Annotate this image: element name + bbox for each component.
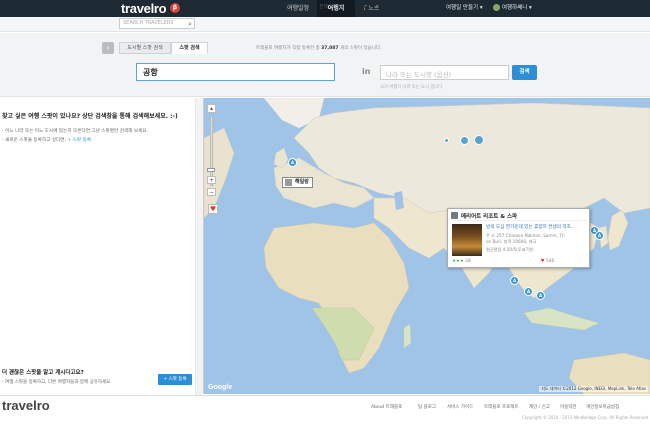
google-logo[interactable]: Google — [208, 384, 232, 391]
city-input[interactable]: 나라 또는 도시명 (옵션) — [380, 65, 509, 80]
footer-link-about[interactable]: About 트래블로 — [371, 404, 402, 410]
create-itinerary-menu[interactable]: 여행일 만들기 ▾ — [446, 0, 483, 17]
subnav-all-spots[interactable]: 전체 스팟 — [356, 0, 376, 15]
map-marker[interactable]: A — [510, 276, 519, 285]
cluster-marker[interactable] — [474, 135, 484, 145]
add-spot-button[interactable]: + 스팟 등록 — [158, 374, 192, 385]
spot-label-callout[interactable]: 해일랑 — [282, 177, 313, 188]
address-line-1: 주 소 257 Charoen Nakhon, Samre, Th — [486, 233, 565, 238]
search-icon[interactable]: ⌕ — [188, 20, 192, 28]
hotel-icon — [451, 212, 458, 219]
city-placeholder: 나라 또는 도시명 (옵션) — [386, 71, 452, 79]
world-map[interactable]: ▴ + − ♥ A 해일랑 A A A A A 메리어트 리조트 & 스파 방콕… — [204, 98, 650, 394]
popup-rating: 평균평점 4.20/5(투표7명) — [486, 247, 534, 253]
subnav-all-countries[interactable]: 전체 나라 — [287, 0, 307, 15]
spot-count: 37,087 — [321, 46, 339, 51]
copyright: Copyright © 2010 - 2013 Mindbridge Corp.… — [522, 415, 650, 420]
in-label: in — [362, 67, 371, 76]
sidebar-scrollbar[interactable] — [195, 98, 203, 395]
search-placeholder: SEARCH TRAVELERS — [123, 20, 174, 26]
popup-header: 메리어트 리조트 & 스파 — [451, 212, 588, 221]
search-hint: 국가 여행지 나라 또는 도시 입니다. — [380, 85, 444, 90]
minus-icon: − — [208, 189, 215, 196]
popup-footer: ★★★ 28 ♥ 546 — [452, 259, 554, 264]
add-spot-link[interactable]: + 스팟 등록 — [67, 138, 91, 143]
star-rating-icon: ★★★ — [452, 259, 464, 264]
search-button[interactable]: 검색 — [512, 65, 537, 80]
travelro-logo[interactable]: travelro — [121, 1, 167, 16]
avatar — [493, 4, 500, 11]
map-marker[interactable]: A — [524, 287, 533, 296]
sidebar-bottom-text: - 여행 스팟을 등록하고, 다른 여행자들과 함께 공유하세요. — [2, 380, 112, 385]
map-marker[interactable]: A — [595, 231, 604, 240]
spot-photo[interactable] — [452, 224, 482, 256]
sidebar-tip-2-text: - 새로운 스팟을 등록하고 싶다면, — [2, 138, 66, 143]
user-menu[interactable]: 여행하쎄니 ▾ — [493, 0, 532, 17]
map-attribution[interactable]: 지도 데이터 ©2012 Google, INEGI, MapLink, Tel… — [539, 386, 648, 392]
spot-query-input[interactable]: 공항 — [136, 63, 335, 81]
rating-value: 4.20/5(투표7명) — [502, 247, 534, 252]
heart-icon[interactable]: ♥ — [541, 259, 545, 264]
star-count: 28 — [465, 259, 471, 264]
footer-link-privacy[interactable]: 개인정보취급방침 — [586, 404, 619, 410]
footer-link-project[interactable]: 트래블로 프로젝트 — [484, 404, 519, 410]
callout-text: 해일랑 — [295, 179, 309, 185]
footer-link-guide[interactable]: 서비스 가이드 — [447, 404, 473, 410]
spot-info-popup[interactable]: 메리어트 리조트 & 스파 방콕 도심 한가운데 있는 휴양지 컨셉의 리조..… — [447, 208, 590, 268]
map-marker[interactable]: A — [536, 291, 545, 300]
tab-spot-search[interactable]: 스팟 검색 — [171, 42, 208, 54]
zoom-in-button[interactable]: + — [207, 176, 216, 184]
note-prefix: 트래블로 여행자가 직접 등록한 총 — [256, 46, 320, 51]
address-line-2: on Buri, 방콕 10600, 태국 — [486, 238, 537, 244]
chevron-up-icon: ▴ — [209, 105, 213, 112]
building-icon — [285, 179, 292, 186]
footer-link-terms[interactable]: 이용약관 — [560, 404, 577, 410]
spot-count-note: 트래블로 여행자가 직접 등록한 총 37,087 개의 스팟이 있습니다. — [256, 45, 382, 51]
rating-label: 평균평점 — [486, 247, 502, 252]
subnav-all-itineraries[interactable]: 전체 여행일 — [319, 0, 344, 15]
sidebar-title: 찾고 싶은 여행 스팟이 있나요? 상단 검색창을 통해 검색해보세요. :-) — [2, 113, 178, 120]
popup-address: 주 소 257 Charoen Nakhon, Samre, Th on Bur… — [486, 233, 565, 244]
query-value: 공항 — [143, 68, 158, 77]
tab-city-spot-search[interactable]: 도시별 스팟 검색 — [119, 42, 171, 54]
sub-navigation — [0, 17, 650, 32]
back-button[interactable]: ‹ — [102, 42, 114, 54]
map-marker[interactable]: A — [288, 158, 297, 167]
heart-icon: ♥ — [209, 205, 217, 213]
chevron-left-icon: ‹ — [106, 43, 110, 52]
plus-icon: + — [208, 177, 215, 184]
sidebar-tip-1: - 어느 나라 또는 어느 도시에 있는지 모른다면 그냥 스팟명만 검색해 보… — [2, 129, 148, 134]
cluster-marker[interactable] — [460, 136, 469, 145]
cluster-marker[interactable] — [444, 138, 449, 143]
note-suffix: 개의 스팟이 있습니다. — [339, 46, 382, 51]
user-name: 여행하쎄니 ▾ — [502, 5, 532, 11]
zoom-slider-knob[interactable] — [207, 168, 215, 172]
popup-description[interactable]: 방콕 도심 한가운데 있는 휴양지 컨셉의 리조... — [486, 224, 575, 230]
popup-title[interactable]: 메리어트 리조트 & 스파 — [461, 214, 517, 220]
beta-badge: β — [170, 3, 180, 13]
traveler-search-input[interactable]: SEARCH TRAVELERS ⌕ — [119, 18, 195, 29]
zoom-out-button[interactable]: − — [207, 188, 216, 196]
footer-logo[interactable]: travelro — [2, 398, 50, 413]
footer-link-blog[interactable]: 팀 블로그 — [418, 404, 436, 410]
footer-link-report[interactable]: 제안 / 신고 — [529, 404, 550, 410]
sidebar-bottom-title: 더 괜찮은 스팟을 알고 계시다고요? — [2, 370, 84, 376]
heart-count: 546 — [545, 259, 555, 264]
pan-control[interactable]: ▴ — [207, 104, 216, 113]
favorite-filter-button[interactable]: ♥ — [208, 204, 218, 214]
sidebar-tip-2: - 새로운 스팟을 등록하고 싶다면, + 스팟 등록 — [2, 137, 91, 143]
